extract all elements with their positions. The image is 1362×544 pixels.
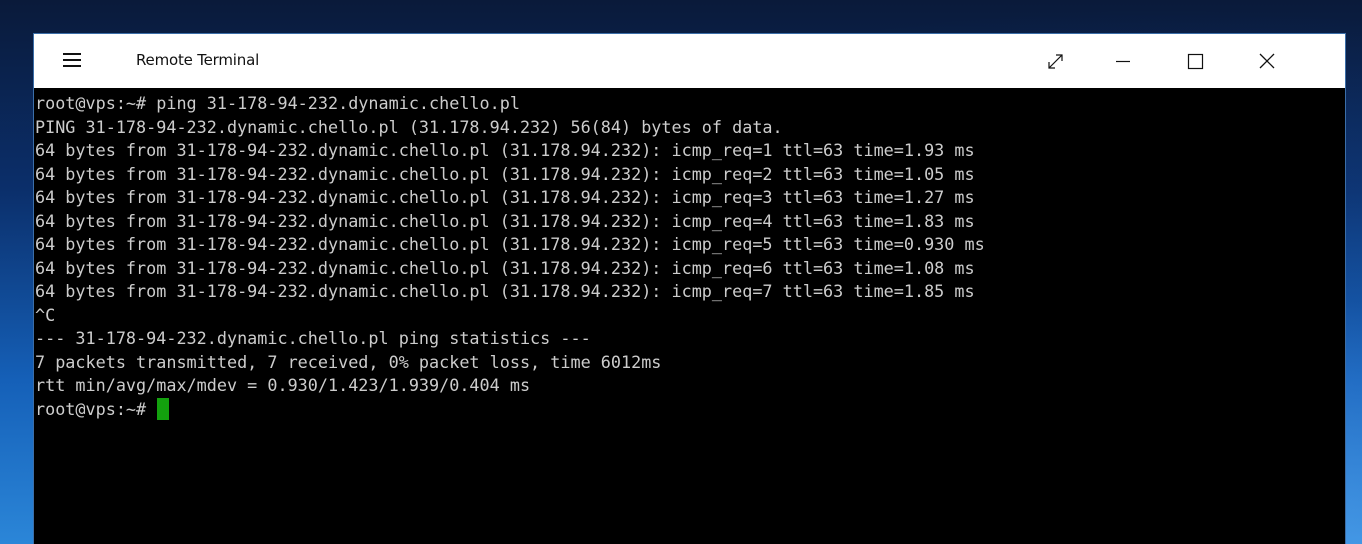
terminal-line: 64 bytes from 31-178-94-232.dynamic.chel… — [35, 163, 975, 184]
terminal-line: PING 31-178-94-232.dynamic.chello.pl (31… — [35, 116, 783, 137]
terminal-line: 64 bytes from 31-178-94-232.dynamic.chel… — [35, 140, 975, 160]
terminal-line: 64 bytes from 31-178-94-232.dynamic.chel… — [35, 234, 985, 254]
expand-diagonal-icon — [1048, 54, 1063, 69]
minimize-button[interactable] — [1100, 44, 1146, 78]
terminal-line: root@vps:~# ping 31-178-94-232.dynamic.c… — [35, 93, 520, 113]
terminal-line: 64 bytes from 31-178-94-232.dynamic.chel… — [35, 257, 975, 278]
hamburger-menu-icon[interactable] — [63, 51, 85, 69]
terminal-prompt-line[interactable]: root@vps:~# — [35, 397, 1345, 422]
title-bar[interactable]: Remote Terminal — [34, 34, 1345, 88]
window-title: Remote Terminal — [136, 51, 260, 69]
terminal-line: 7 packets transmitted, 7 received, 0% pa… — [35, 351, 662, 372]
close-icon — [1259, 53, 1275, 69]
terminal-cursor — [157, 397, 170, 420]
terminal-line: 64 bytes from 31-178-94-232.dynamic.chel… — [35, 187, 975, 207]
terminal-line: ^C — [35, 304, 56, 325]
close-button[interactable] — [1244, 44, 1290, 78]
terminal-prompt: root@vps:~# — [35, 398, 157, 419]
terminal-window: Remote Terminal root@vps:~# ping 31-178-… — [33, 33, 1346, 544]
maximize-icon — [1187, 53, 1204, 70]
minimize-icon — [1116, 60, 1130, 63]
terminal-line: rtt min/avg/max/mdev = 0.930/1.423/1.939… — [35, 375, 531, 395]
terminal-line: --- 31-178-94-232.dynamic.chello.pl ping… — [35, 328, 591, 348]
maximize-button[interactable] — [1172, 44, 1218, 78]
terminal-line: 64 bytes from 31-178-94-232.dynamic.chel… — [35, 210, 975, 231]
terminal-output[interactable]: root@vps:~# ping 31-178-94-232.dynamic.c… — [34, 88, 1345, 544]
terminal-line: 64 bytes from 31-178-94-232.dynamic.chel… — [35, 281, 975, 301]
fullscreen-button[interactable] — [1034, 44, 1080, 78]
